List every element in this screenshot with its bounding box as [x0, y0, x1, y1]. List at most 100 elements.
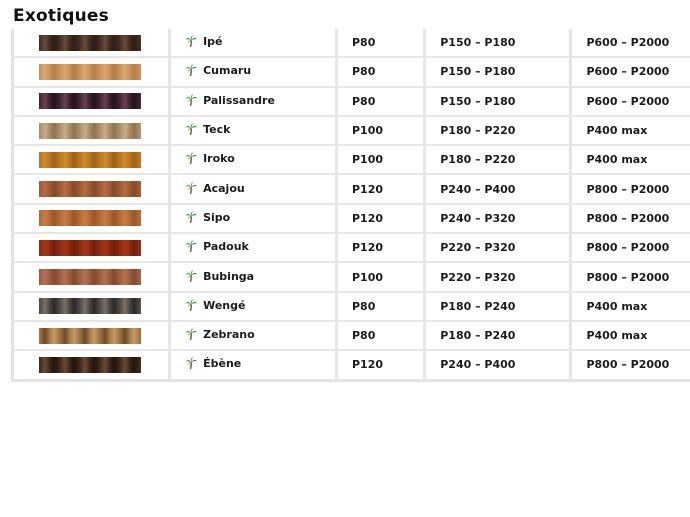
wood-swatch-cell — [14, 87, 172, 117]
wood-swatch-cell — [14, 263, 172, 293]
palm-tree-icon — [185, 64, 198, 79]
wood-swatch — [39, 93, 141, 110]
grit-start: P80 — [338, 292, 427, 322]
wood-swatch-cell — [14, 321, 172, 352]
table-row: Iroko P100 P180 – P220 P400 max — [14, 146, 690, 176]
grit-finish: P800 – P2000 — [586, 358, 670, 372]
grit-finish: P800 – P2000 — [572, 263, 690, 293]
wood-swatch-cell — [14, 146, 172, 176]
grit-mid: P150 – P180 — [426, 29, 573, 59]
wood-name: Palissandre — [203, 93, 275, 107]
grit-start: P120 — [338, 204, 427, 235]
table-row: Cumaru P80 P150 – P180 P600 – P2000 — [14, 58, 690, 88]
grit-mid: P180 – P240 — [426, 321, 573, 352]
table-row: Acajou P120 P240 – P400 P800 – P2000 — [14, 175, 690, 205]
wood-name-cell: Ipé — [171, 29, 338, 59]
grit-start: P80 — [338, 87, 427, 117]
grit-mid: P240 – P320 — [426, 204, 573, 235]
wood-swatch — [39, 63, 141, 80]
grit-start: P100 — [338, 263, 427, 293]
grit-finish: P800 – P2000 — [572, 205, 690, 235]
table-row: Ébène P120 P240 – P400 P800 – P2000 — [14, 351, 690, 379]
section-title: Exotiques — [13, 6, 109, 26]
table-row: Zebrano P80 P180 – P240 P400 max — [14, 321, 690, 352]
wood-swatch-cell — [14, 116, 172, 147]
grit-finish: P600 – P2000 — [572, 58, 690, 88]
palm-tree-icon — [185, 181, 198, 197]
wood-swatch-cell — [14, 204, 172, 235]
wood-swatch — [39, 298, 141, 315]
palm-tree-icon — [185, 269, 198, 285]
table-row: Wengé P80 P180 – P240 P400 max — [14, 292, 690, 322]
table-row: Padouk P120 P220 – P320 P800 – P2000 — [14, 234, 690, 264]
grit-mid: P180 – P240 — [426, 292, 573, 322]
wood-name-cell: Palissandre — [171, 87, 338, 117]
wood-name: Cumaru — [203, 64, 252, 78]
wood-swatch-cell — [14, 29, 172, 59]
grit-start: P80 — [338, 58, 427, 88]
wood-name-cell: Bubinga — [171, 263, 338, 293]
wood-swatch — [39, 239, 141, 256]
table-row: Bubinga P100 P220 – P320 P800 – P2000 — [14, 263, 690, 293]
wood-name-cell: Wengé — [171, 292, 338, 322]
wood-name: Padouk — [203, 240, 249, 254]
grit-finish: P600 – P2000 — [572, 29, 690, 59]
grit-finish: P800 – P2000 — [572, 234, 690, 264]
wood-swatch-cell — [14, 58, 172, 88]
wood-swatch — [39, 327, 141, 344]
grit-start: P100 — [338, 116, 427, 147]
wood-name: Wengé — [203, 298, 246, 312]
palm-tree-icon — [185, 93, 198, 109]
grit-start: P120 — [338, 175, 427, 205]
grit-start: P120 — [338, 234, 427, 264]
wood-name: Acajou — [203, 181, 245, 195]
palm-tree-icon — [185, 123, 198, 138]
wood-name-cell: Cumaru — [171, 58, 338, 88]
grit-start: P80 — [338, 29, 427, 59]
grit-finish: P400 max — [572, 293, 690, 322]
wood-name-cell: Teck — [171, 116, 338, 147]
grit-mid: P180 – P220 — [426, 116, 573, 147]
grit-finish: P400 max — [572, 322, 690, 352]
wood-swatch — [39, 122, 141, 139]
palm-tree-icon — [185, 152, 198, 167]
palm-tree-icon — [185, 35, 198, 50]
table-row: Palissandre P80 P150 – P180 P600 – P2000 — [14, 87, 690, 117]
wood-swatch-cell — [14, 175, 172, 205]
wood-name: Zebrano — [203, 328, 255, 342]
grit-start: P100 — [338, 146, 427, 176]
wood-name: Iroko — [203, 152, 235, 166]
wood-swatch-cell — [14, 351, 172, 379]
grit-finish: P600 – P2000 — [572, 88, 690, 117]
grit-mid: P240 – P400 — [426, 175, 573, 205]
table-row: Teck P100 P180 – P220 P400 max — [14, 116, 690, 147]
wood-name-cell: Ébène — [171, 351, 338, 379]
wood-swatch — [39, 151, 141, 168]
grit-mid: P180 – P220 — [426, 146, 573, 176]
wood-swatch — [39, 210, 141, 227]
grit-mid: P220 – P320 — [426, 234, 573, 264]
wood-name: Ipé — [203, 35, 223, 49]
grit-finish: P400 max — [572, 146, 690, 176]
wood-swatch-cell — [14, 234, 172, 264]
grit-mid: P240 – P400 — [426, 351, 573, 379]
grit-start: P120 — [338, 351, 427, 379]
grit-finish: P800 – P2000 — [572, 175, 690, 205]
wood-name-cell: Acajou — [171, 175, 338, 205]
wood-name-cell: Sipo — [171, 204, 338, 235]
palm-tree-icon — [185, 328, 198, 343]
wood-grit-table: Ipé P80 P150 – P180 P600 – P2000 Cumaru P80 P1… — [11, 29, 690, 382]
wood-name: Teck — [203, 123, 231, 137]
wood-swatch — [39, 356, 141, 373]
wood-name: Sipo — [203, 210, 231, 224]
palm-tree-icon — [185, 357, 198, 372]
wood-swatch — [39, 269, 141, 286]
grit-mid: P220 – P320 — [426, 263, 573, 293]
grit-mid: P150 – P180 — [426, 87, 573, 117]
wood-name: Ébène — [203, 357, 242, 371]
palm-tree-icon — [185, 299, 198, 314]
grit-start: P80 — [338, 321, 427, 352]
wood-name-cell: Zebrano — [171, 321, 338, 352]
table-row: Sipo P120 P240 – P320 P800 – P2000 — [14, 204, 690, 235]
table-row: Ipé P80 P150 – P180 P600 – P2000 — [14, 29, 690, 59]
